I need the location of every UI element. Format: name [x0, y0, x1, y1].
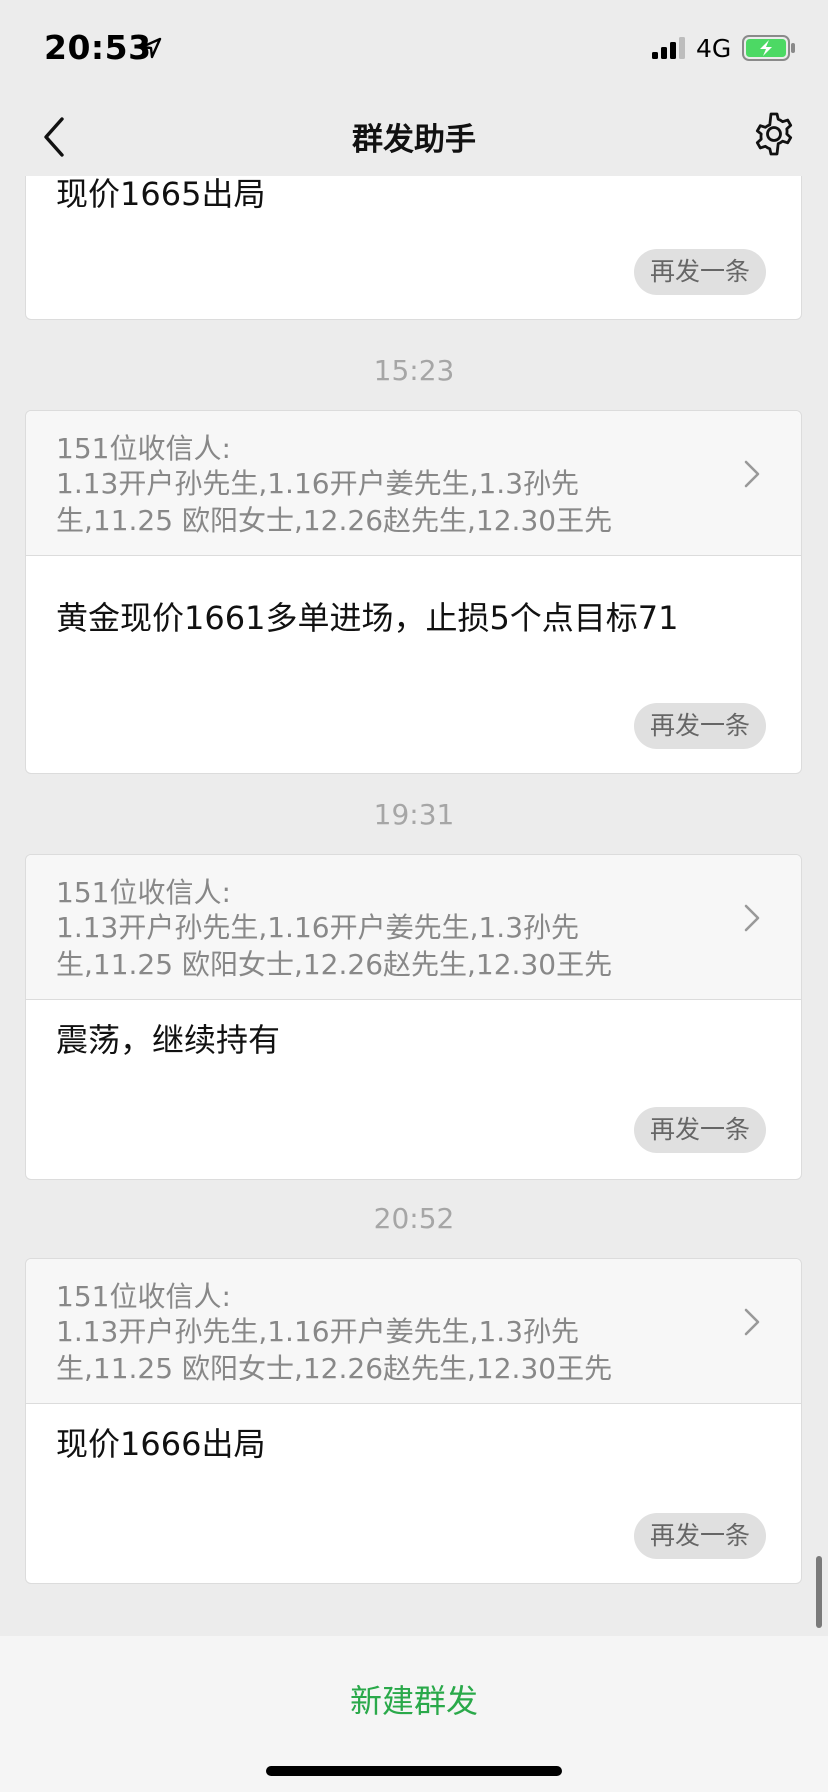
timestamp: 20:52	[373, 1202, 455, 1235]
new-broadcast-button[interactable]: 新建群发	[0, 1676, 828, 1722]
home-indicator[interactable]	[266, 1766, 562, 1776]
message-card: 151位收信人: 1.13开户孙先生,1.16开户姜先生,1.3孙先 生,11.…	[25, 854, 802, 1180]
timestamp: 19:31	[373, 798, 455, 831]
recipients-list: 1.13开户孙先生,1.16开户姜先生,1.3孙先 生,11.25 欧阳女士,1…	[56, 1313, 616, 1387]
battery-charging-icon	[742, 35, 795, 61]
message-feed[interactable]: 现价1665出局 再发一条 15:23 151位收信人: 1.13开户孙先生,1…	[0, 176, 828, 1636]
timestamp: 15:23	[373, 354, 455, 387]
location-arrow-icon	[140, 37, 162, 59]
recipients-line: 1.13开户孙先生,1.16开户姜先生,1.3孙先	[56, 1315, 580, 1348]
message-card: 现价1665出局 再发一条	[25, 176, 802, 320]
recipients-line: 1.13开户孙先生,1.16开户姜先生,1.3孙先	[56, 911, 580, 944]
chevron-right-icon	[744, 1308, 760, 1336]
nav-bar: 群发助手	[0, 100, 828, 176]
recipients-list: 1.13开户孙先生,1.16开户姜先生,1.3孙先 生,11.25 欧阳女士,1…	[56, 465, 616, 539]
recipients-count: 151位收信人:	[56, 876, 231, 909]
chevron-right-icon	[744, 460, 760, 488]
status-bar: 20:53 4G	[0, 0, 828, 100]
recipients-count: 151位收信人:	[56, 1280, 231, 1313]
recipients-line: 生,11.25 欧阳女士,12.26赵先生,12.30王先	[56, 948, 613, 981]
recipients-row[interactable]: 151位收信人: 1.13开户孙先生,1.16开户姜先生,1.3孙先 生,11.…	[26, 411, 801, 556]
status-time: 20:53	[44, 28, 152, 67]
network-type: 4G	[696, 34, 732, 63]
message-card: 151位收信人: 1.13开户孙先生,1.16开户姜先生,1.3孙先 生,11.…	[25, 1258, 802, 1584]
resend-button[interactable]: 再发一条	[634, 1513, 766, 1559]
resend-button[interactable]: 再发一条	[634, 249, 766, 295]
scrollbar[interactable]	[816, 1556, 822, 1628]
recipients-line: 生,11.25 欧阳女士,12.26赵先生,12.30王先	[56, 504, 613, 537]
recipients-line: 生,11.25 欧阳女士,12.26赵先生,12.30王先	[56, 1352, 613, 1385]
signal-icon	[652, 37, 685, 59]
gear-icon[interactable]	[750, 110, 798, 158]
message-text: 震荡，继续持有	[56, 1021, 281, 1059]
message-text: 现价1666出局	[56, 1425, 266, 1463]
page-title: 群发助手	[352, 122, 476, 158]
message-text: 现价1665出局	[56, 176, 266, 213]
resend-button[interactable]: 再发一条	[634, 703, 766, 749]
recipients-row[interactable]: 151位收信人: 1.13开户孙先生,1.16开户姜先生,1.3孙先 生,11.…	[26, 1259, 801, 1404]
recipients-count: 151位收信人:	[56, 432, 231, 465]
chevron-right-icon	[744, 904, 760, 932]
recipients-line: 1.13开户孙先生,1.16开户姜先生,1.3孙先	[56, 467, 580, 500]
recipients-row[interactable]: 151位收信人: 1.13开户孙先生,1.16开户姜先生,1.3孙先 生,11.…	[26, 855, 801, 1000]
message-card: 151位收信人: 1.13开户孙先生,1.16开户姜先生,1.3孙先 生,11.…	[25, 410, 802, 774]
resend-button[interactable]: 再发一条	[634, 1107, 766, 1153]
recipients-list: 1.13开户孙先生,1.16开户姜先生,1.3孙先 生,11.25 欧阳女士,1…	[56, 909, 616, 983]
message-text: 黄金现价1661多单进场，止损5个点目标71	[56, 599, 679, 637]
